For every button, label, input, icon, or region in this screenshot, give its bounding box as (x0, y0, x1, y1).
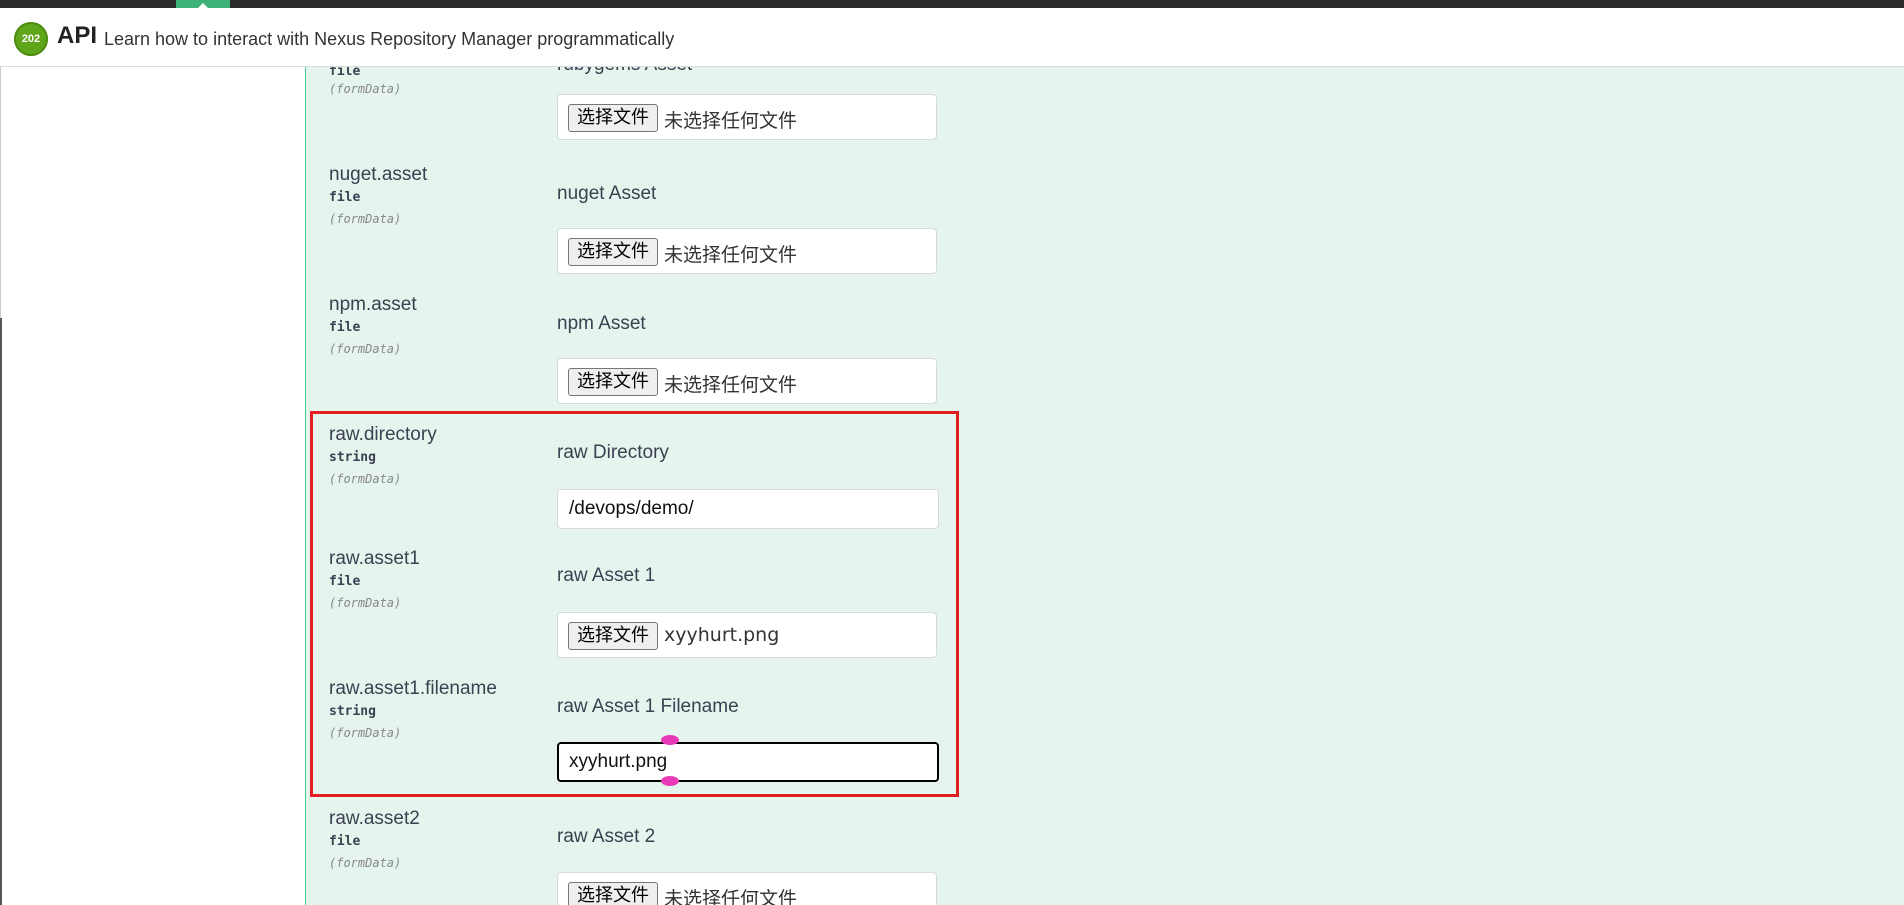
file-status: 未选择任何文件 (664, 110, 798, 132)
page-title: API (57, 22, 98, 49)
api-header: 202 API Learn how to interact with Nexus… (0, 8, 1904, 67)
param-description: npm Asset (557, 313, 646, 334)
param-description: raw Asset 2 (557, 826, 656, 847)
selection-handle-bottom[interactable] (661, 776, 679, 786)
param-type: file (329, 190, 361, 205)
selection-handle-top[interactable] (661, 735, 679, 745)
choose-file-button[interactable]: 选择文件 (568, 238, 658, 266)
file-status: 未选择任何文件 (664, 374, 798, 396)
raw-directory-input[interactable]: /devops/demo/ (557, 489, 939, 529)
param-type: string (329, 704, 376, 719)
param-location: (formData) (329, 856, 402, 870)
param-name: raw.directory (329, 424, 437, 445)
param-type: file (329, 834, 361, 849)
param-name: npm.asset (329, 294, 417, 315)
left-scroll-edge (0, 318, 2, 905)
choose-file-button[interactable]: 选择文件 (568, 622, 658, 650)
selected-file-name: xyyhurt.png (664, 624, 780, 646)
file-status: 未选择任何文件 (664, 244, 798, 266)
param-name: raw.asset1 (329, 548, 420, 569)
param-description: raw Directory (557, 442, 669, 463)
choose-file-button[interactable]: 选择文件 (568, 882, 658, 905)
param-type: string (329, 450, 376, 465)
file-input-raw-asset1[interactable]: 选择文件 xyyhurt.png (557, 612, 937, 658)
browser-top-bar (0, 0, 1904, 8)
param-location: (formData) (329, 726, 402, 740)
param-type: file (329, 66, 361, 79)
choose-file-button[interactable]: 选择文件 (568, 368, 658, 396)
file-input-raw-asset2[interactable]: 选择文件 未选择任何文件 (557, 872, 937, 905)
param-location: (formData) (329, 342, 402, 356)
file-input-nuget[interactable]: 选择文件 未选择任何文件 (557, 228, 937, 274)
param-location: (formData) (329, 82, 402, 96)
choose-file-button[interactable]: 选择文件 (568, 104, 658, 132)
param-location: (formData) (329, 212, 402, 226)
parameters-panel: file (formData) rubygems Asset 选择文件 未选择任… (305, 66, 1904, 905)
param-description: raw Asset 1 (557, 565, 656, 586)
file-status: 未选择任何文件 (664, 888, 798, 905)
param-type: file (329, 574, 361, 589)
raw-asset1-filename-input[interactable]: xyyhurt.png (557, 742, 939, 782)
param-location: (formData) (329, 472, 402, 486)
param-description: raw Asset 1 Filename (557, 696, 739, 717)
file-input-npm[interactable]: 选择文件 未选择任何文件 (557, 358, 937, 404)
param-type: file (329, 320, 361, 335)
param-name: raw.asset2 (329, 808, 420, 829)
param-name: raw.asset1.filename (329, 678, 497, 699)
param-location: (formData) (329, 596, 402, 610)
file-input[interactable]: 选择文件 未选择任何文件 (557, 94, 937, 140)
param-description: nuget Asset (557, 183, 657, 204)
param-name: nuget.asset (329, 164, 428, 185)
page-subtitle: Learn how to interact with Nexus Reposit… (104, 29, 675, 49)
param-description: rubygems Asset (557, 66, 692, 76)
status-code-badge: 202 (14, 22, 48, 56)
